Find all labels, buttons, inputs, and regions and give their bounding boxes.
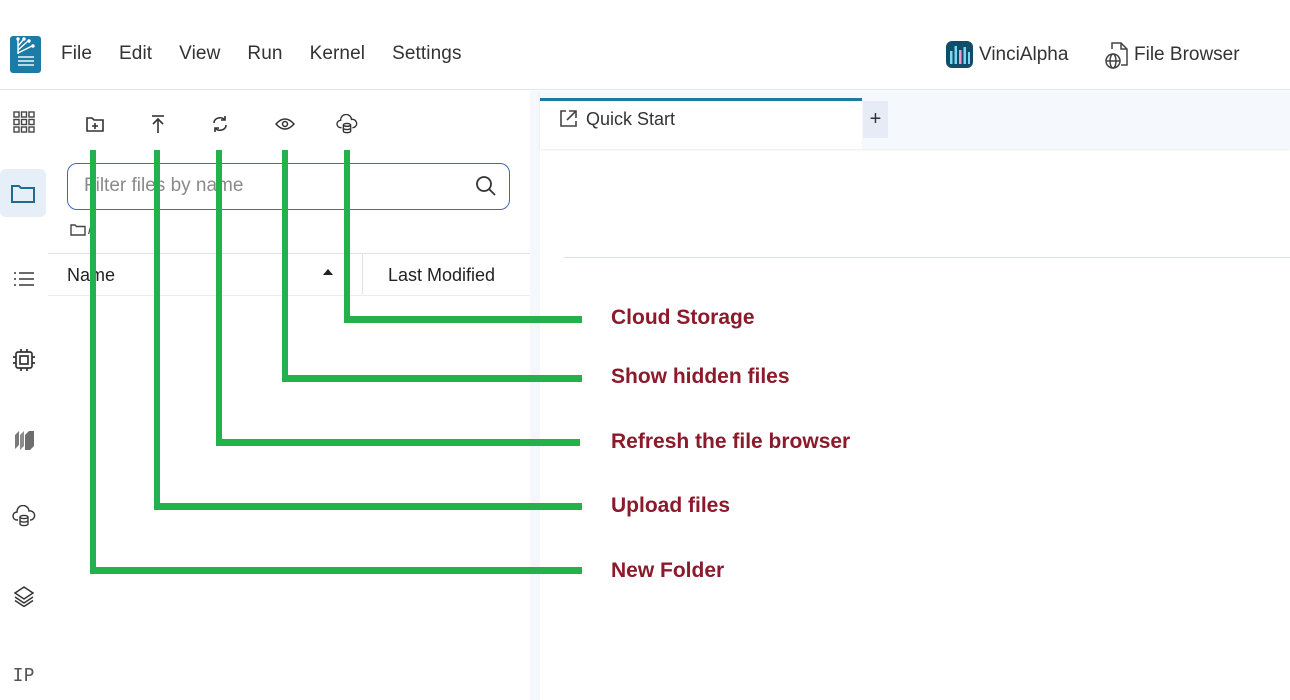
upload-icon	[152, 115, 164, 133]
folder-icon	[70, 224, 86, 236]
new-folder-button[interactable]	[80, 109, 110, 139]
tab-quick-start[interactable]: Quick Start	[540, 98, 862, 149]
cloud-storage-button[interactable]	[332, 109, 362, 139]
main-menu: File Edit View Run Kernel Settings	[61, 43, 489, 65]
panel-resize-handle[interactable]	[530, 91, 540, 700]
sort-ascending-icon[interactable]	[322, 268, 334, 276]
ip-label: IP	[12, 664, 35, 686]
upload-button[interactable]	[143, 109, 173, 139]
layers-icon	[13, 586, 34, 607]
main-area: Quick Start +	[540, 91, 1290, 700]
refresh-icon	[213, 116, 227, 132]
cloud-storage-icon	[336, 114, 358, 134]
file-browser-panel: / Name Last Modified	[48, 91, 530, 700]
tab-bar: Quick Start +	[540, 91, 1290, 149]
activity-extensions[interactable]	[0, 565, 47, 627]
eye-icon	[275, 118, 295, 130]
web-file-icon	[1105, 42, 1128, 69]
folder-icon	[11, 185, 35, 203]
cloud-database-icon	[11, 505, 35, 527]
app-logo-icon[interactable]	[10, 36, 41, 73]
list-icon	[13, 272, 34, 286]
column-divider[interactable]	[362, 254, 363, 294]
new-folder-icon	[86, 117, 104, 132]
menu-edit[interactable]: Edit	[119, 43, 152, 65]
file-browser-link[interactable]: File Browser	[1104, 40, 1240, 70]
activity-library[interactable]	[0, 409, 47, 471]
activity-ip[interactable]: IP	[0, 644, 47, 700]
refresh-button[interactable]	[205, 109, 235, 139]
filter-files-box	[67, 163, 510, 210]
grid-apps-icon	[12, 111, 35, 133]
activity-bar: IP	[0, 91, 48, 700]
content-divider	[564, 257, 1290, 258]
menu-kernel[interactable]: Kernel	[310, 43, 366, 65]
column-last-modified[interactable]: Last Modified	[388, 265, 495, 286]
menu-run[interactable]: Run	[247, 43, 282, 65]
breadcrumb-root: /	[88, 221, 93, 238]
menu-settings[interactable]: Settings	[392, 43, 461, 65]
show-hidden-files-button[interactable]	[270, 109, 300, 139]
filter-files-input[interactable]	[84, 164, 464, 208]
search-icon[interactable]	[475, 175, 497, 197]
activity-kernels[interactable]	[0, 329, 47, 391]
add-tab-button[interactable]: +	[863, 101, 888, 138]
tab-label: Quick Start	[586, 109, 676, 129]
stacked-books-icon	[14, 431, 34, 450]
bar-chart-logo-icon	[946, 41, 973, 68]
activity-apps[interactable]	[0, 91, 47, 153]
column-name[interactable]: Name	[67, 265, 115, 286]
file-browser-label: File Browser	[1134, 44, 1240, 65]
menu-file[interactable]: File	[61, 43, 92, 65]
cpu-chip-icon	[12, 349, 35, 371]
external-link-icon	[560, 110, 577, 127]
menu-view[interactable]: View	[179, 43, 220, 65]
brand-label: VinciAlpha	[979, 43, 1069, 65]
vincialpha-brand[interactable]: VinciAlpha	[946, 41, 1068, 68]
top-menu-bar: File Edit View Run Kernel Settings Vinci…	[0, 0, 1290, 90]
breadcrumb[interactable]: /	[70, 221, 92, 238]
activity-table-of-contents[interactable]	[0, 248, 47, 310]
activity-cloud-storage[interactable]	[0, 485, 47, 547]
activity-file-browser[interactable]	[0, 169, 46, 217]
file-list-header: Name Last Modified	[48, 253, 530, 296]
